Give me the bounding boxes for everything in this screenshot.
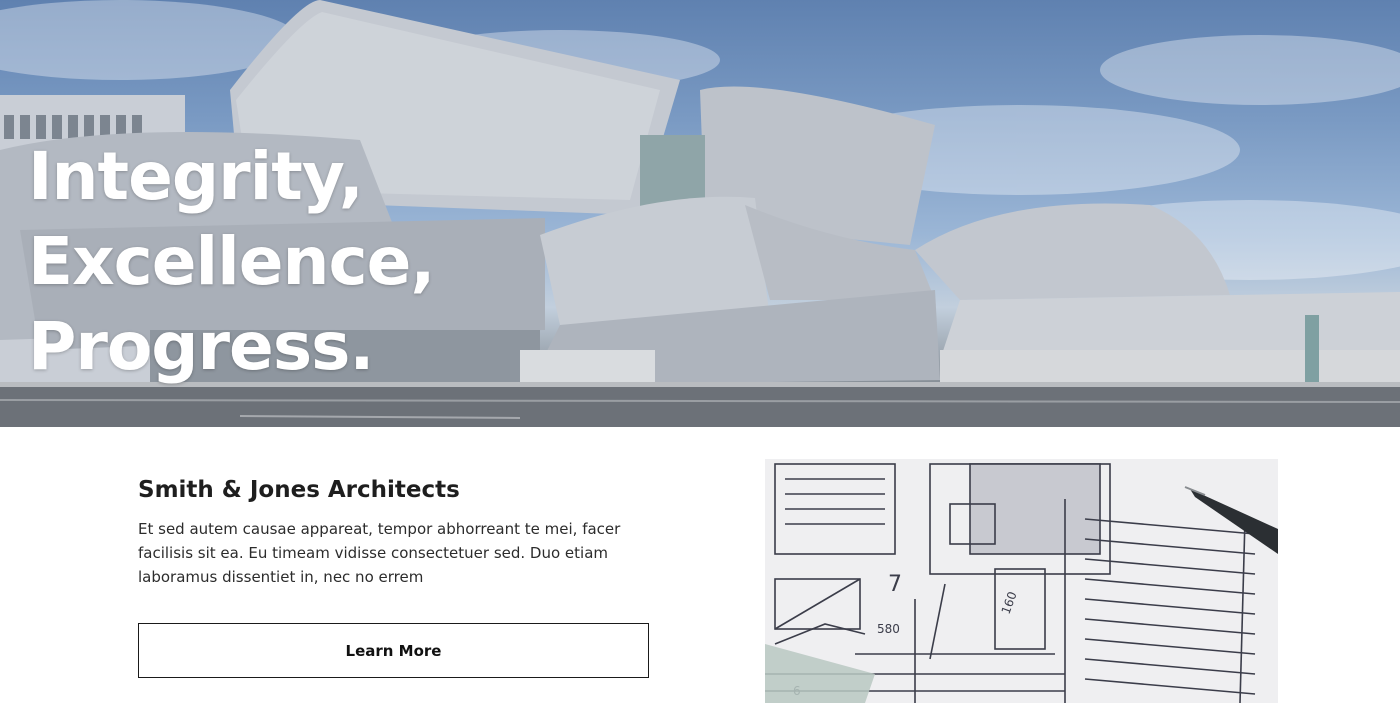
blueprint-label-7: 7 xyxy=(888,572,902,597)
hero-banner: Integrity, Excellence, Progress. xyxy=(0,0,1400,427)
company-description: Et sed autem causae appareat, tempor abh… xyxy=(138,520,621,586)
headline-line-3: Progress. xyxy=(28,308,374,385)
intro-text-block: Smith & Jones Architects Et sed autem ca… xyxy=(138,475,651,678)
headline-line-2: Excellence, xyxy=(28,223,435,300)
blueprint-with-pen-photo: 7 580 160 6 xyxy=(765,459,1278,703)
headline-line-1: Integrity, xyxy=(28,138,364,215)
intro-section: Smith & Jones Architects Et sed autem ca… xyxy=(0,427,1400,703)
blueprint-label-580: 580 xyxy=(877,622,900,636)
blueprint-image: 7 580 160 6 xyxy=(765,459,1278,703)
learn-more-button[interactable]: Learn More xyxy=(138,623,649,678)
company-title: Smith & Jones Architects xyxy=(138,477,460,503)
hero-headline: Integrity, Excellence, Progress. xyxy=(28,134,435,389)
